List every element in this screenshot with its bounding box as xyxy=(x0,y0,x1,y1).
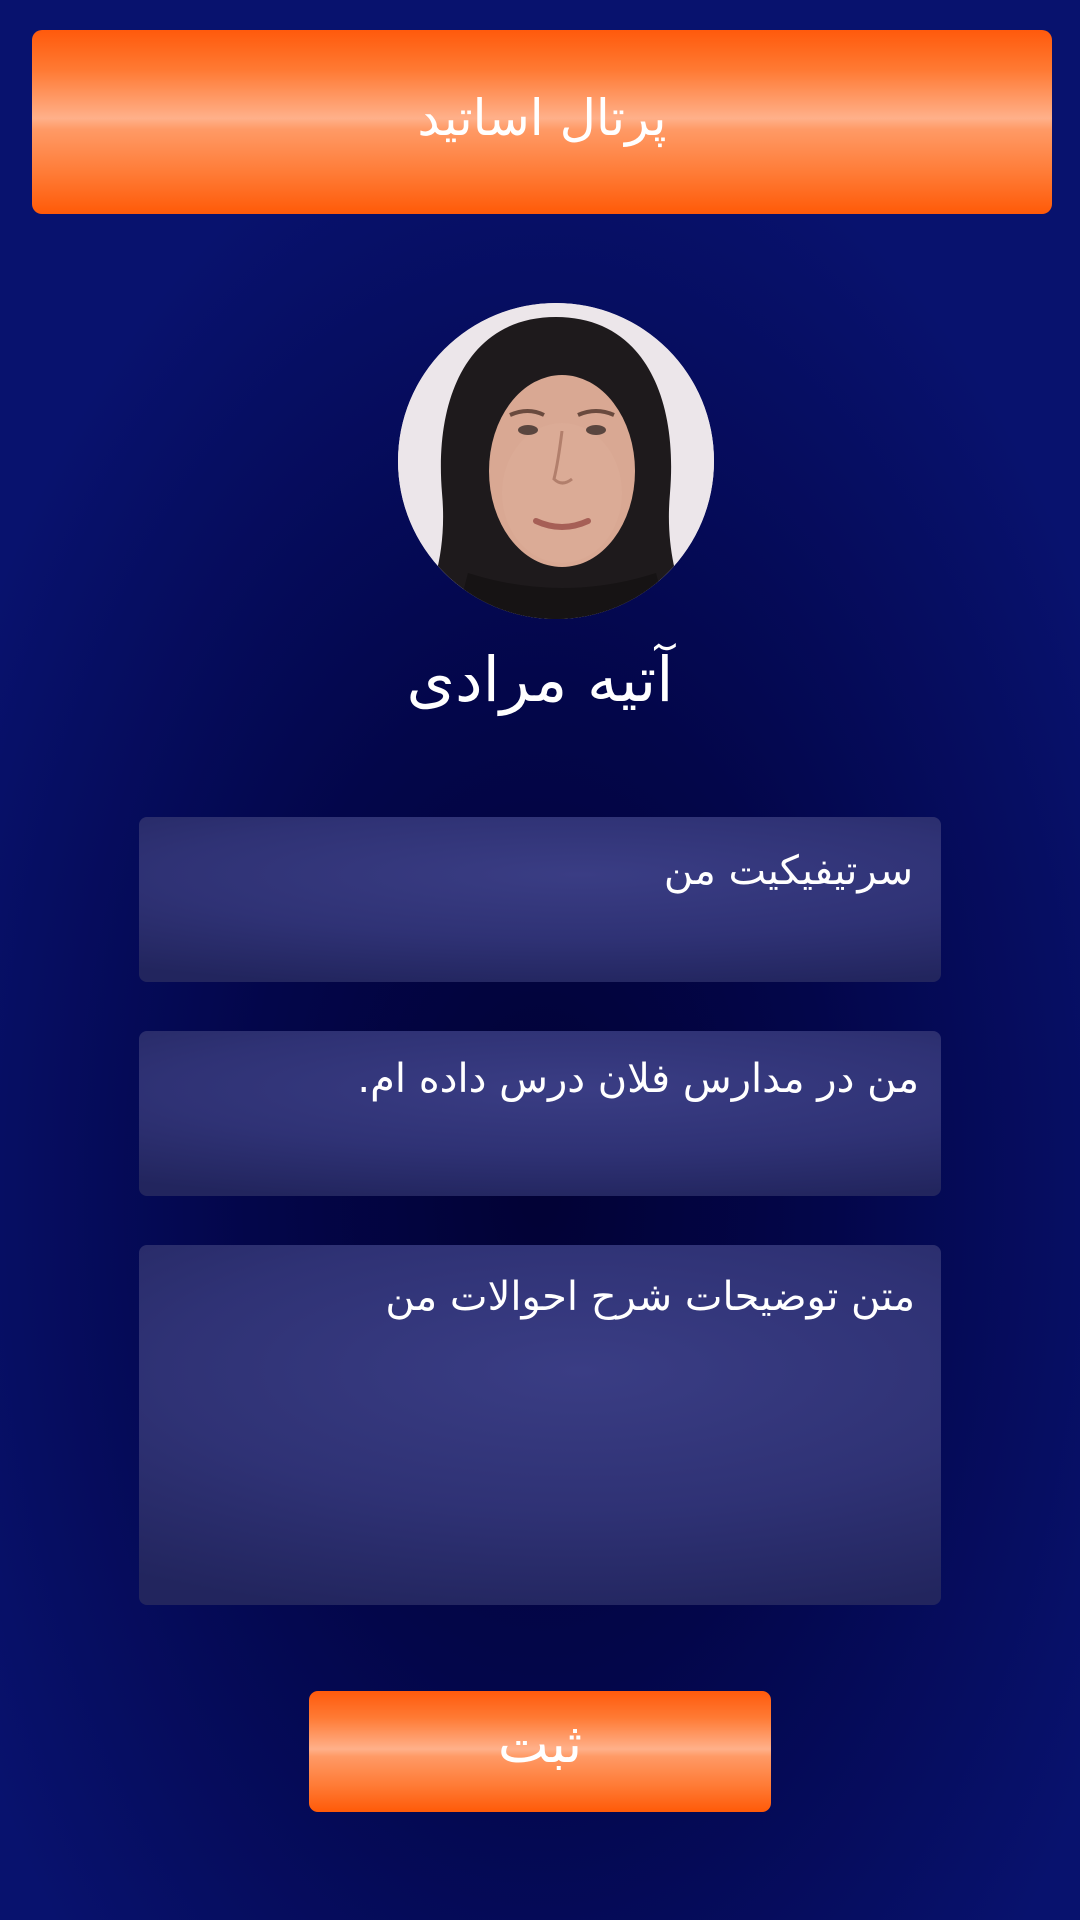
avatar-photo xyxy=(398,303,714,619)
portal-title-bar: پرتال اساتید xyxy=(32,30,1052,214)
bio-textarea[interactable]: متن توضیحات شرح احوالات من xyxy=(139,1245,941,1605)
submit-button-label: ثبت xyxy=(497,1712,583,1775)
submit-button[interactable]: ثبت xyxy=(309,1691,771,1812)
certificate-field[interactable]: سرتیفیکیت من xyxy=(139,817,941,982)
avatar[interactable] xyxy=(398,303,714,619)
teacher-name: آتیه مرادی xyxy=(406,643,674,716)
teaching-history-field[interactable]: من در مدارس فلان درس داده ام. xyxy=(139,1031,941,1196)
portal-title: پرتال اساتید xyxy=(417,89,667,147)
